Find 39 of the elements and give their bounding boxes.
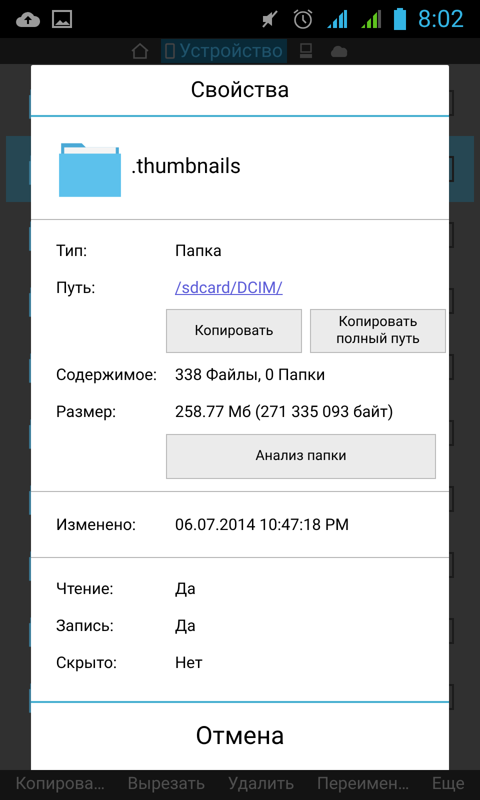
copy-button[interactable]: Копировать полный путь xyxy=(310,309,446,353)
file-name: .thumbnails xyxy=(131,154,241,182)
cloud-icon xyxy=(328,45,349,57)
property-label: Содержимое: xyxy=(56,364,158,386)
path-link[interactable]: /sdcard/DCIM/ xyxy=(175,276,283,300)
action-button[interactable]: Копирова… xyxy=(15,772,105,798)
action-button[interactable]: Вырезать xyxy=(128,772,206,798)
property-value: 06.07.2014 10:47:18 PM xyxy=(175,514,350,536)
muted-speaker-icon xyxy=(260,9,280,29)
property-label: Тип: xyxy=(56,240,88,262)
property-value: Да xyxy=(175,614,196,636)
action-button[interactable]: Еще xyxy=(432,772,465,798)
property-value: Нет xyxy=(175,652,203,674)
signal-icon xyxy=(326,9,348,29)
property-value: Да xyxy=(175,578,196,600)
property-label: Запись: xyxy=(56,614,115,636)
copy-button[interactable]: Копировать xyxy=(166,309,302,353)
property-label: Скрыто: xyxy=(56,652,118,674)
battery-icon xyxy=(394,8,406,30)
phone-icon xyxy=(165,43,176,59)
property-label: Чтение: xyxy=(56,578,114,600)
dialog-title: Свойства xyxy=(31,65,449,117)
analyze-button[interactable]: Анализ папки xyxy=(166,434,436,479)
action-button[interactable]: Переимен… xyxy=(316,772,410,798)
property-value: 338 Файлы, 0 Папки xyxy=(175,364,326,386)
image-icon xyxy=(52,10,72,28)
cloud-upload-icon xyxy=(16,10,40,28)
computer-icon xyxy=(298,43,313,59)
clock: 8:02 xyxy=(418,4,464,35)
alarm-icon xyxy=(292,8,314,30)
property-value: 258.77 Мб (271 335 093 байт) xyxy=(175,400,394,422)
home-icon xyxy=(131,43,150,59)
cancel-button[interactable]: Отмена xyxy=(31,701,449,770)
property-value: Папка xyxy=(175,240,222,262)
property-label: Путь: xyxy=(56,276,96,298)
property-label: Изменено: xyxy=(56,514,137,536)
property-label: Размер: xyxy=(56,400,118,422)
signal-icon xyxy=(360,9,382,29)
action-button[interactable]: Удалить xyxy=(228,772,294,798)
